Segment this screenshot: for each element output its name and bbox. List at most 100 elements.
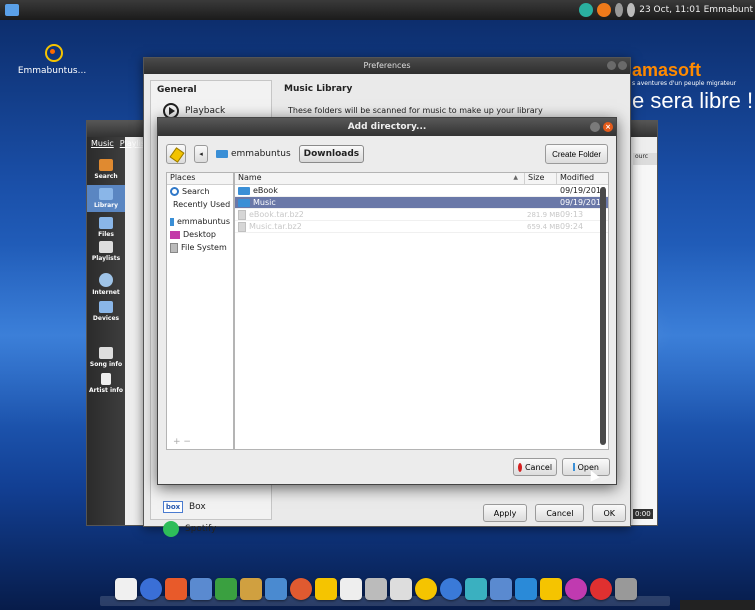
drive-icon — [170, 242, 178, 253]
volume-icon[interactable] — [627, 3, 636, 17]
ok-button[interactable]: OK — [592, 504, 626, 522]
network-manager-icon[interactable] — [465, 578, 487, 600]
tux-icon[interactable] — [340, 578, 362, 600]
file-list-scrollbar[interactable] — [600, 187, 606, 445]
pref-cancel-button[interactable]: Cancel — [535, 504, 585, 522]
breadcrumb-current[interactable]: Downloads — [298, 145, 365, 163]
places-add-remove[interactable]: + − — [173, 437, 191, 447]
column-size[interactable]: Size — [525, 173, 557, 184]
mail-icon[interactable] — [165, 578, 187, 600]
sidebar-item-internet[interactable]: Internet — [87, 273, 125, 296]
sun-icon — [41, 40, 63, 62]
spreadsheet-icon[interactable] — [215, 578, 237, 600]
place-search[interactable]: Search — [167, 185, 233, 198]
category-spotify[interactable]: Spotify — [151, 517, 271, 541]
place-file-system[interactable]: File System — [167, 241, 233, 254]
settings-icon[interactable] — [365, 578, 387, 600]
library-title: Music Library — [284, 84, 353, 94]
file-row-selected[interactable]: Music 09/19/2013 — [235, 197, 608, 209]
dock — [115, 574, 655, 604]
menu-music[interactable]: Music — [91, 139, 114, 153]
office-icon[interactable] — [190, 578, 212, 600]
media-player-icon[interactable] — [290, 578, 312, 600]
desktop-launcher[interactable]: Emmabuntus... — [12, 40, 92, 76]
file-row[interactable]: eBook 09/19/2013 — [235, 185, 608, 197]
file-row: Music.tar.bz2 659.4 MB 09:24 — [235, 221, 608, 233]
home-folder-icon — [216, 150, 228, 158]
video-icon[interactable] — [240, 578, 262, 600]
bottom-right-tray — [680, 600, 755, 610]
sidebar-item-library[interactable]: Library — [87, 185, 125, 212]
power-icon[interactable] — [590, 578, 612, 600]
star-icon[interactable] — [315, 578, 337, 600]
add-directory-dialog: Add directory... × ◂ emmabuntus Download… — [157, 117, 617, 485]
sun-icon[interactable] — [415, 578, 437, 600]
preferences-title: Preferences — [363, 61, 411, 70]
wallpaper-slogan: e sera libre ! — [632, 88, 754, 113]
file-list: Name ▲ Size Modified eBook 09/19/2013 Mus… — [234, 172, 609, 450]
column-modified[interactable]: Modified — [557, 173, 603, 184]
archive-icon — [238, 209, 246, 220]
library-description: These folders will be scanned for music … — [288, 106, 543, 115]
edit-location-icon[interactable] — [166, 144, 186, 164]
places-pane: Places Search Recently Used emmabuntus D… — [166, 172, 234, 450]
menu-playlist[interactable]: Playlis — [120, 139, 145, 153]
top-panel: 23 Oct, 11:01 Emmabunt — [0, 0, 755, 20]
wallpaper-brand-sub: s aventures d'un peuple migrateur — [632, 80, 737, 87]
network-icon[interactable] — [615, 3, 624, 17]
home-icon[interactable] — [115, 578, 137, 600]
column-name[interactable]: Name ▲ — [235, 173, 525, 184]
chat-icon[interactable] — [540, 578, 562, 600]
home-folder-icon — [170, 217, 174, 226]
box-icon: box — [163, 501, 183, 513]
sort-ascending-icon: ▲ — [513, 174, 518, 181]
create-folder-button[interactable]: Create Folder — [545, 144, 608, 164]
sidebar-item-playlists[interactable]: Playlists — [87, 241, 125, 262]
folder-icon — [238, 198, 250, 207]
path-back-icon[interactable]: ◂ — [194, 145, 208, 163]
update-icon[interactable] — [579, 3, 594, 17]
close-icon[interactable] — [618, 61, 627, 70]
swirl-icon[interactable] — [565, 578, 587, 600]
clock[interactable]: 23 Oct, 11:01 Emmabunt — [639, 5, 753, 15]
house-icon[interactable] — [390, 578, 412, 600]
place-home[interactable]: emmabuntus — [167, 215, 233, 228]
sidebar-item-song-info[interactable]: Song info — [87, 347, 125, 368]
sidebar-item-files[interactable]: Files — [87, 217, 125, 238]
preferences-titlebar[interactable]: Preferences — [144, 58, 630, 74]
music-menubar: Music Playlis — [87, 139, 147, 153]
sidebar-item-devices[interactable]: Devices — [87, 301, 125, 322]
whisker-menu-icon[interactable] — [5, 4, 19, 16]
window-icon[interactable] — [515, 578, 537, 600]
sidebar-item-artist-info[interactable]: Artist info — [87, 373, 125, 394]
place-desktop[interactable]: Desktop — [167, 228, 233, 241]
file-row: eBook.tar.bz2 281.9 MB 09:13 — [235, 209, 608, 221]
photo-icon[interactable] — [265, 578, 287, 600]
cancel-icon — [517, 462, 522, 472]
close-icon[interactable]: × — [603, 122, 613, 132]
cancel-button[interactable]: Cancel — [513, 458, 557, 476]
power-icon[interactable] — [597, 3, 612, 17]
help-icon[interactable] — [440, 578, 462, 600]
minimize-icon[interactable] — [590, 122, 600, 132]
breadcrumb-home[interactable]: emmabuntus — [212, 145, 295, 163]
trash-icon[interactable] — [615, 578, 637, 600]
terminal-icon[interactable] — [490, 578, 512, 600]
category-box[interactable]: box Box — [151, 497, 271, 517]
category-list-bottom: box Box Spotify — [151, 497, 271, 541]
places-header: Places — [167, 173, 233, 185]
sidebar-item-search[interactable]: Search — [87, 159, 125, 180]
firefox-icon[interactable] — [140, 578, 162, 600]
search-icon — [170, 187, 179, 196]
folder-icon — [573, 463, 575, 471]
file-list-header: Name ▲ Size Modified — [235, 173, 608, 185]
place-recently-used[interactable]: Recently Used — [167, 198, 233, 211]
minimize-icon[interactable] — [607, 61, 616, 70]
dialog-title: Add directory... — [347, 122, 427, 132]
source-column-header[interactable]: ourc — [633, 153, 657, 165]
wallpaper-brand: amasoft — [632, 60, 702, 80]
apply-button[interactable]: Apply — [482, 504, 528, 522]
category-header: General — [157, 85, 197, 95]
dialog-titlebar[interactable]: Add directory... × — [158, 118, 616, 136]
dialog-toolbar: ◂ emmabuntus Downloads Create Folder — [166, 144, 608, 164]
